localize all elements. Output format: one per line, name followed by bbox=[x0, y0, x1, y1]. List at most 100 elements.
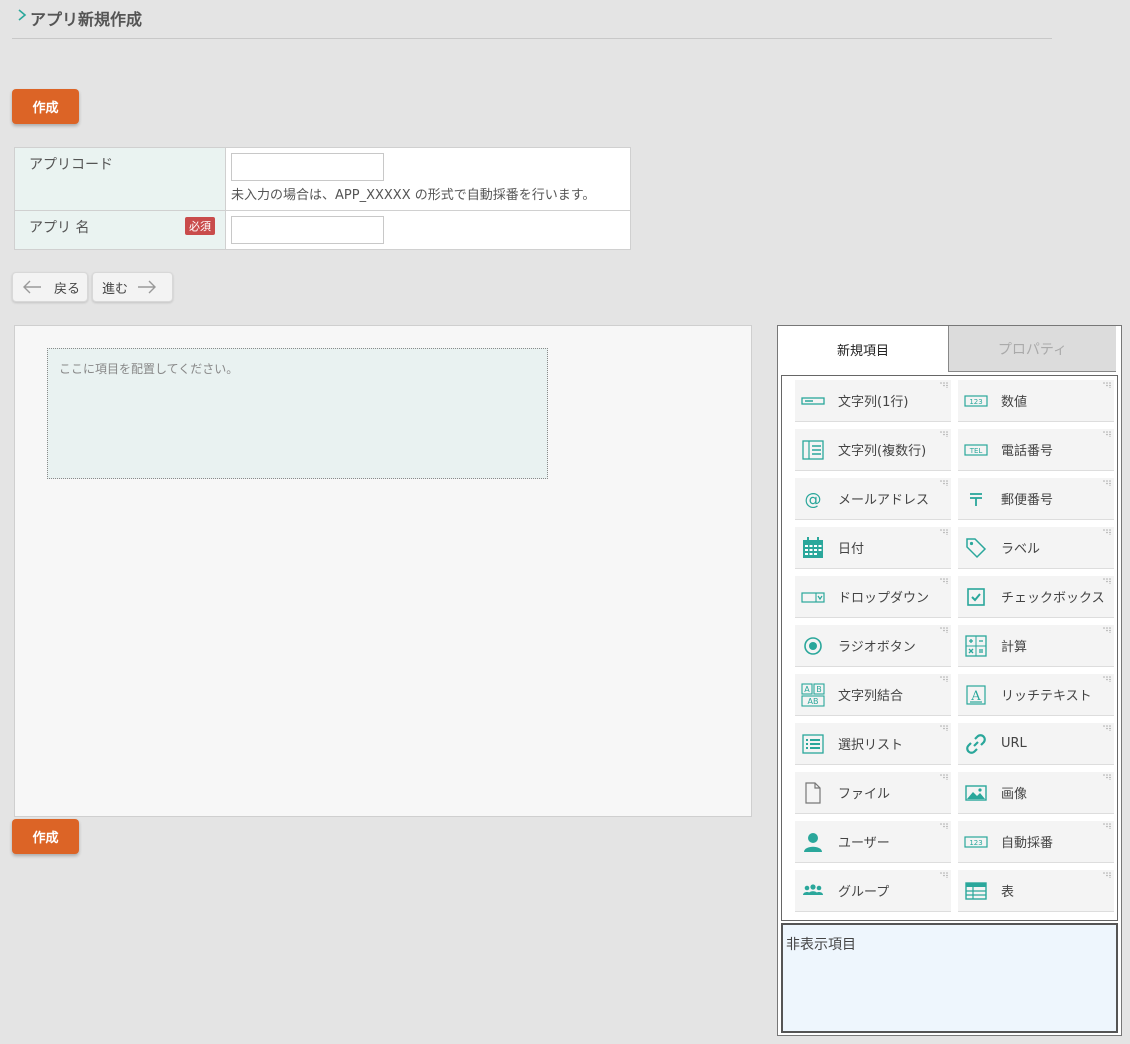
file-icon bbox=[805, 781, 821, 804]
palette-item-label: 文字列(1行) bbox=[838, 395, 909, 410]
app-name-label: アプリ 名 bbox=[29, 220, 90, 236]
back-label: 戻る bbox=[54, 281, 81, 297]
drag-handle-icon[interactable] bbox=[1103, 823, 1111, 829]
palette-item-label: ドロップダウン bbox=[838, 591, 930, 606]
palette-item-label: URL bbox=[1001, 736, 1027, 751]
create-button-top[interactable]: 作成 bbox=[12, 89, 79, 124]
svg-text:123: 123 bbox=[969, 398, 982, 406]
svg-text:@: @ bbox=[805, 490, 822, 510]
drag-handle-icon[interactable] bbox=[940, 774, 948, 780]
drop-zone[interactable]: ここに項目を配置してください。 bbox=[47, 348, 548, 479]
palette-item-url[interactable]: URL bbox=[958, 723, 1114, 765]
palette-item-text-single[interactable]: 文字列(1行) bbox=[795, 380, 951, 422]
page-title: アプリ新規作成 bbox=[30, 10, 143, 29]
palette-item-label: 日付 bbox=[838, 542, 865, 557]
palette-item-radio[interactable]: ラジオボタン bbox=[795, 625, 951, 667]
required-badge: 必須 bbox=[185, 217, 215, 235]
palette-item-auto-number[interactable]: 123 自動採番 bbox=[958, 821, 1114, 863]
drag-handle-icon[interactable] bbox=[940, 725, 948, 731]
palette-item-label: 計算 bbox=[1001, 640, 1028, 655]
svg-text:A: A bbox=[804, 685, 810, 694]
drag-handle-icon[interactable] bbox=[1103, 676, 1111, 682]
drag-handle-icon[interactable] bbox=[940, 382, 948, 388]
palette-item-number[interactable]: 123 数値 bbox=[958, 380, 1114, 422]
palette-item-file[interactable]: ファイル bbox=[795, 772, 951, 814]
postal-mark-icon bbox=[970, 492, 982, 506]
palette-item-concat[interactable]: A B AB 文字列結合 bbox=[795, 674, 951, 716]
drop-zone-placeholder: ここに項目を配置してください。 bbox=[59, 362, 239, 376]
drag-handle-icon[interactable] bbox=[940, 480, 948, 486]
calendar-icon bbox=[803, 536, 823, 558]
palette-item-phone[interactable]: TEL 電話番号 bbox=[958, 429, 1114, 471]
palette-item-label: 数値 bbox=[1001, 395, 1028, 410]
palette-item-label: 選択リスト bbox=[838, 738, 904, 753]
drag-handle-icon[interactable] bbox=[940, 676, 948, 682]
calculator-icon bbox=[965, 634, 987, 657]
checkbox-icon bbox=[967, 587, 985, 606]
palette-item-label: チェックボックス bbox=[1001, 591, 1105, 606]
app-code-hint: 未入力の場合は、APP_XXXXX の形式で自動採番を行います。 bbox=[231, 188, 596, 203]
drag-handle-icon[interactable] bbox=[940, 872, 948, 878]
palette-item-email[interactable]: @ メールアドレス bbox=[795, 478, 951, 520]
palette-item-image[interactable]: 画像 bbox=[958, 772, 1114, 814]
arrow-right-icon bbox=[138, 280, 157, 294]
app-name-input[interactable] bbox=[231, 216, 384, 244]
back-button[interactable]: 戻る bbox=[12, 272, 88, 302]
field-palette: 文字列(1行) 123 数値 文字列(複数行) TEL 電話番号 @ メールアド… bbox=[781, 375, 1118, 921]
drag-handle-icon[interactable] bbox=[940, 578, 948, 584]
drag-handle-icon[interactable] bbox=[940, 431, 948, 437]
app-code-label: アプリコード bbox=[29, 157, 113, 173]
app-code-label-cell: アプリコード bbox=[14, 147, 226, 211]
drag-handle-icon[interactable] bbox=[1103, 627, 1111, 633]
hidden-items-area[interactable]: 非表示項目 bbox=[781, 923, 1118, 1033]
string-concat-icon: A B AB bbox=[801, 682, 825, 707]
drag-handle-icon[interactable] bbox=[1103, 872, 1111, 878]
tab-properties[interactable]: プロパティ bbox=[948, 326, 1116, 372]
hidden-items-label: 非表示項目 bbox=[786, 937, 856, 953]
palette-item-calc[interactable]: 計算 bbox=[958, 625, 1114, 667]
palette-item-label: 画像 bbox=[1001, 787, 1028, 802]
palette-item-group[interactable]: グループ bbox=[795, 870, 951, 912]
palette-item-label: 自動採番 bbox=[1001, 836, 1054, 851]
rich-text-icon: A bbox=[966, 684, 986, 705]
svg-text:123: 123 bbox=[969, 839, 982, 847]
palette-item-select-list[interactable]: 選択リスト bbox=[795, 723, 951, 765]
table-icon bbox=[965, 881, 987, 900]
text-multiline-icon bbox=[802, 439, 824, 460]
palette-item-label-field[interactable]: ラベル bbox=[958, 527, 1114, 569]
drag-handle-icon[interactable] bbox=[940, 529, 948, 535]
drag-handle-icon[interactable] bbox=[1103, 725, 1111, 731]
group-icon bbox=[803, 883, 823, 895]
create-button-bottom[interactable]: 作成 bbox=[12, 819, 79, 854]
palette-item-text-multi[interactable]: 文字列(複数行) bbox=[795, 429, 951, 471]
drag-handle-icon[interactable] bbox=[940, 823, 948, 829]
drag-handle-icon[interactable] bbox=[940, 627, 948, 633]
palette-item-label: グループ bbox=[838, 885, 890, 900]
tab-new-items[interactable]: 新規項目 bbox=[778, 326, 948, 372]
form-layout-canvas[interactable]: ここに項目を配置してください。 bbox=[14, 325, 752, 817]
svg-text:AB: AB bbox=[808, 697, 819, 706]
palette-item-user[interactable]: ユーザー bbox=[795, 821, 951, 863]
dropdown-icon bbox=[801, 591, 825, 603]
drag-handle-icon[interactable] bbox=[1103, 431, 1111, 437]
palette-item-date[interactable]: 日付 bbox=[795, 527, 951, 569]
text-single-line-icon bbox=[801, 396, 825, 405]
forward-button[interactable]: 進む bbox=[92, 272, 173, 302]
drag-handle-icon[interactable] bbox=[1103, 480, 1111, 486]
palette-item-richtext[interactable]: A リッチテキスト bbox=[958, 674, 1114, 716]
palette-item-checkbox[interactable]: チェックボックス bbox=[958, 576, 1114, 618]
app-code-input[interactable] bbox=[231, 153, 384, 181]
app-code-value-cell: 未入力の場合は、APP_XXXXX の形式で自動採番を行います。 bbox=[225, 147, 631, 211]
arrow-left-icon bbox=[23, 280, 41, 294]
drag-handle-icon[interactable] bbox=[1103, 382, 1111, 388]
palette-item-dropdown[interactable]: ドロップダウン bbox=[795, 576, 951, 618]
drag-handle-icon[interactable] bbox=[1103, 529, 1111, 535]
drag-handle-icon[interactable] bbox=[1103, 774, 1111, 780]
palette-item-table[interactable]: 表 bbox=[958, 870, 1114, 912]
palette-item-postal[interactable]: 郵便番号 bbox=[958, 478, 1114, 520]
drag-handle-icon[interactable] bbox=[1103, 578, 1111, 584]
palette-item-label: 文字列結合 bbox=[838, 689, 904, 704]
at-sign-icon: @ bbox=[805, 490, 822, 510]
list-icon bbox=[802, 733, 824, 754]
link-icon bbox=[966, 733, 986, 754]
